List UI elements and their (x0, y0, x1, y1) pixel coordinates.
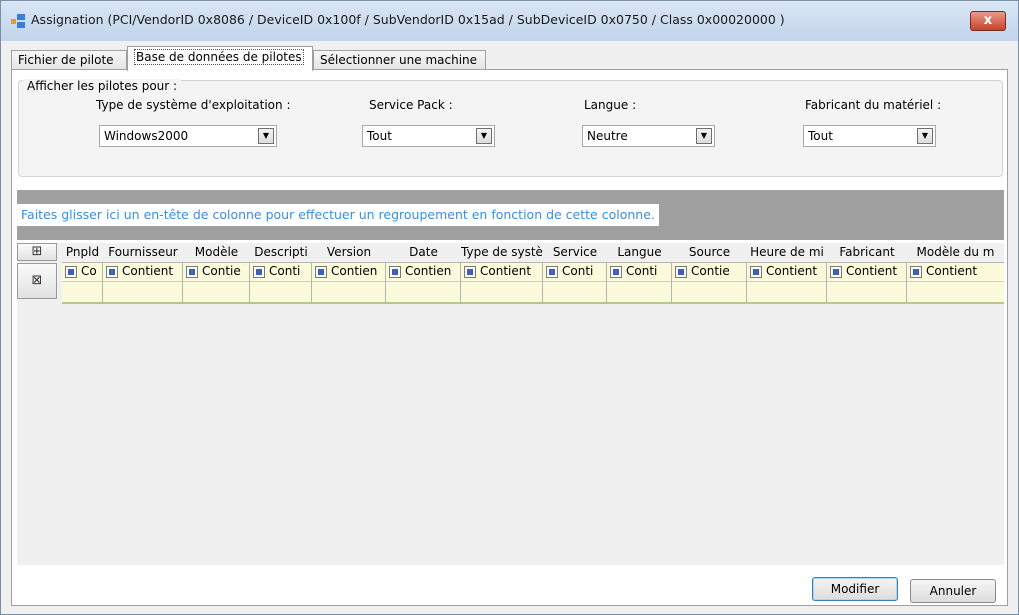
column-header[interactable]: Modèle (183, 243, 250, 261)
column-header[interactable]: Type de systè (461, 243, 543, 261)
service-pack-label: Service Pack : (369, 98, 453, 112)
clear-filter-button[interactable]: ⊠ (17, 263, 57, 299)
filter-cell[interactable]: Conti (250, 263, 312, 303)
manufacturer-select[interactable]: Tout ▼ (803, 125, 936, 147)
filter-operator-icon[interactable] (610, 266, 622, 278)
group-by-hint: Faites glisser ici un en-tête de colonne… (17, 204, 659, 226)
filter-operator-icon[interactable] (546, 266, 558, 278)
filter-operator-icon[interactable] (106, 266, 118, 278)
filter-cell[interactable]: Conti (607, 263, 672, 303)
filter-operator-label: Contien (405, 264, 452, 278)
language-value: Neutre (587, 129, 628, 143)
tab-panel: Afficher les pilotes pour : Type de syst… (11, 69, 1008, 606)
service-pack-value: Tout (367, 129, 392, 143)
column-header[interactable]: Descripti (250, 243, 312, 261)
filter-operator-icon[interactable] (253, 266, 265, 278)
filter-cell[interactable]: Conti (543, 263, 607, 303)
dialog-client: Fichier de pilote Base de données de pil… (11, 41, 1008, 608)
chevron-down-icon[interactable]: ▼ (476, 128, 492, 144)
column-header[interactable]: Fournisseur (103, 243, 183, 261)
tab-label: Sélectionner une machine (320, 53, 478, 67)
filter-operator-icon[interactable] (65, 266, 77, 278)
language-label: Langue : (584, 98, 637, 112)
filter-operator-label: Conti (269, 264, 301, 278)
column-chooser-icon: ⊞ (31, 244, 43, 259)
filter-operator-label: Conti (562, 264, 594, 278)
filter-cell[interactable]: Contie (183, 263, 250, 303)
tab-select-machine[interactable]: Sélectionner une machine (313, 50, 486, 70)
filter-groupbox: Afficher les pilotes pour : Type de syst… (18, 79, 1003, 177)
chevron-down-icon[interactable]: ▼ (696, 128, 712, 144)
filter-operator-label: Co (81, 264, 97, 278)
filter-cell[interactable]: Contient (907, 263, 1004, 303)
modify-button[interactable]: Modifier (812, 577, 898, 601)
chevron-down-icon[interactable]: ▼ (258, 128, 274, 144)
column-header[interactable]: Modèle du m (907, 243, 1004, 261)
column-header[interactable]: Pnpld (62, 243, 103, 261)
column-chooser-button[interactable]: ⊞ (17, 243, 57, 261)
service-pack-select[interactable]: Tout ▼ (362, 125, 495, 147)
filter-operator-label: Contient (122, 264, 174, 278)
column-header[interactable]: Service (543, 243, 607, 261)
filter-operator-label: Contient (926, 264, 978, 278)
column-header[interactable]: Heure de mi (747, 243, 827, 261)
filter-operator-icon[interactable] (186, 266, 198, 278)
column-header[interactable]: Fabricant (827, 243, 907, 261)
tab-label: Fichier de pilote (18, 53, 114, 67)
column-header[interactable]: Source (672, 243, 747, 261)
language-select[interactable]: Neutre ▼ (582, 125, 715, 147)
close-icon: x (983, 13, 993, 28)
clear-filter-icon: ⊠ (31, 273, 43, 288)
filter-cell[interactable]: Contie (672, 263, 747, 303)
tab-driver-database[interactable]: Base de données de pilotes (127, 46, 313, 71)
os-select[interactable]: Windows2000 ▼ (99, 125, 277, 147)
filter-operator-icon[interactable] (830, 266, 842, 278)
filter-operator-icon[interactable] (464, 266, 476, 278)
filter-group-label: Afficher les pilotes pour : (23, 79, 182, 93)
filter-operator-icon[interactable] (315, 266, 327, 278)
os-value: Windows2000 (104, 129, 189, 143)
filter-operator-icon[interactable] (389, 266, 401, 278)
filter-operator-label: Contient (846, 264, 898, 278)
filter-cell[interactable]: Contient (747, 263, 827, 303)
filter-operator-label: Conti (626, 264, 658, 278)
assignment-dialog: Assignation (PCI/VendorID 0x8086 / Devic… (0, 0, 1019, 615)
filter-operator-icon[interactable] (910, 266, 922, 278)
filter-cell[interactable]: Contien (386, 263, 461, 303)
filter-cell[interactable]: Contient (827, 263, 907, 303)
filter-cell[interactable]: Co (62, 263, 103, 303)
column-header[interactable]: Langue (607, 243, 672, 261)
tab-driver-file[interactable]: Fichier de pilote (11, 50, 127, 70)
column-header[interactable]: Version (312, 243, 386, 261)
filter-operator-label: Contie (202, 264, 241, 278)
filter-cell[interactable]: Contient (461, 263, 543, 303)
app-icon (11, 14, 25, 28)
filter-row: Co Contient Contie Conti Contien Contien… (62, 262, 1004, 304)
group-by-area[interactable]: Faites glisser ici un en-tête de colonne… (17, 190, 1004, 240)
filter-cell[interactable]: Contien (312, 263, 386, 303)
filter-cell[interactable]: Contient (103, 263, 183, 303)
drivers-grid: ⊞ ⊠ Pnpld Fournisseur Modèle Descripti V… (17, 243, 1004, 565)
window-title: Assignation (PCI/VendorID 0x8086 / Devic… (31, 12, 785, 27)
manufacturer-value: Tout (808, 129, 833, 143)
column-header[interactable]: Date (386, 243, 461, 261)
close-button[interactable]: x (970, 11, 1006, 31)
manufacturer-label: Fabricant du matériel : (805, 98, 942, 112)
filter-operator-label: Contie (691, 264, 730, 278)
cancel-button[interactable]: Annuler (910, 579, 996, 603)
filter-operator-icon[interactable] (750, 266, 762, 278)
filter-operator-icon[interactable] (675, 266, 687, 278)
filter-operator-label: Contient (766, 264, 818, 278)
chevron-down-icon[interactable]: ▼ (917, 128, 933, 144)
title-bar: Assignation (PCI/VendorID 0x8086 / Devic… (1, 1, 1018, 41)
filter-operator-label: Contient (480, 264, 532, 278)
filter-operator-label: Contien (331, 264, 378, 278)
os-label: Type de système d'exploitation : (96, 98, 291, 112)
tab-label: Base de données de pilotes (134, 49, 304, 65)
